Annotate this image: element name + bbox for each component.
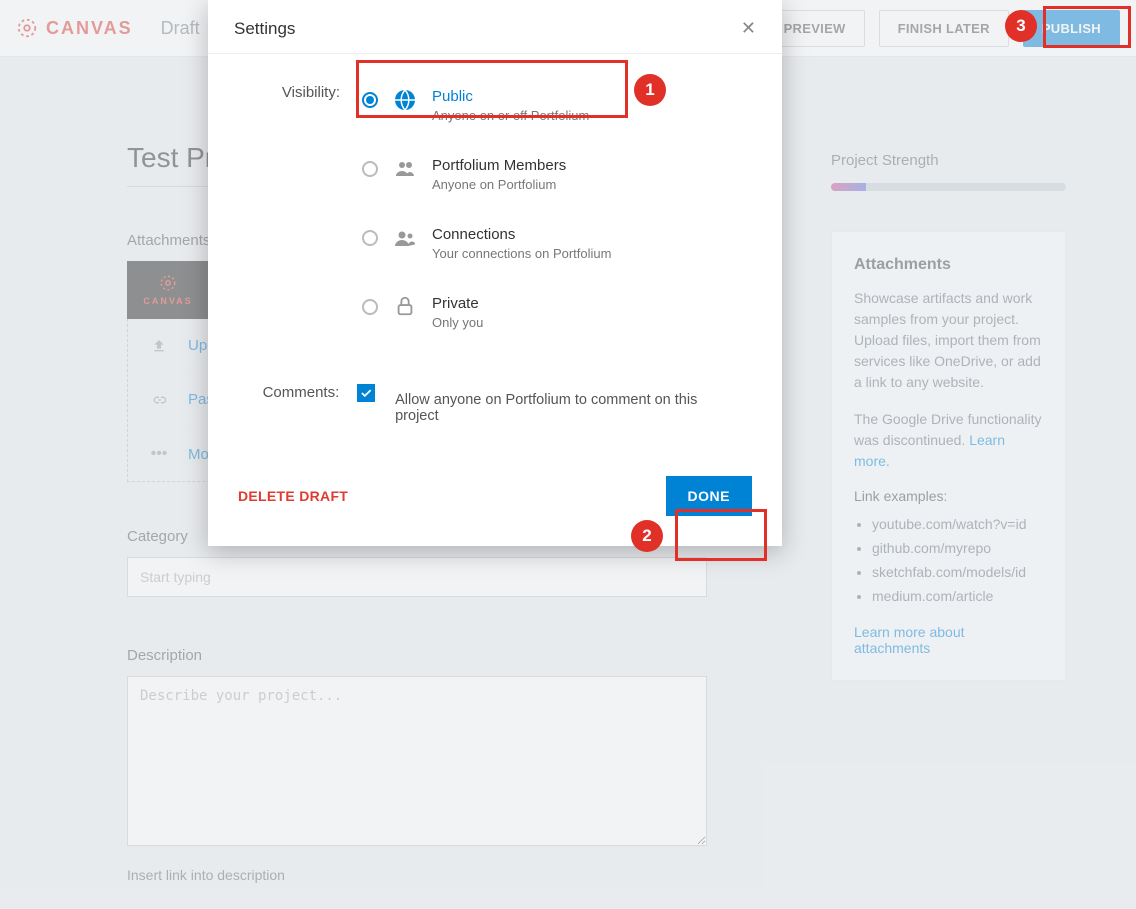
visibility-option-public[interactable]: PublicAnyone on or off Portfolium [358,82,742,129]
members-icon [392,157,418,181]
radio-icon [362,161,378,177]
done-button[interactable]: DONE [666,476,752,516]
radio-checked-icon [362,92,378,108]
delete-draft-button[interactable]: DELETE DRAFT [238,488,348,504]
radio-icon [362,299,378,315]
checkbox-checked-icon[interactable] [357,384,375,402]
comments-checkbox-label: Allow anyone on Portfolium to comment on… [395,382,742,424]
visibility-option-members[interactable]: Portfolium MembersAnyone on Portfolium [358,151,742,198]
modal-title: Settings [234,19,295,39]
radio-icon [362,230,378,246]
settings-modal: Settings ✕ Visibility: PublicAnyone on o… [208,0,782,546]
lock-icon [392,295,418,317]
visibility-option-connections[interactable]: ConnectionsYour connections on Portfoliu… [358,220,742,267]
close-icon[interactable]: ✕ [741,18,756,39]
comments-label: Comments: [248,382,357,401]
group-icon [392,226,418,250]
visibility-option-private[interactable]: PrivateOnly you [358,289,742,336]
globe-icon [392,88,418,112]
visibility-label: Visibility: [248,82,358,101]
